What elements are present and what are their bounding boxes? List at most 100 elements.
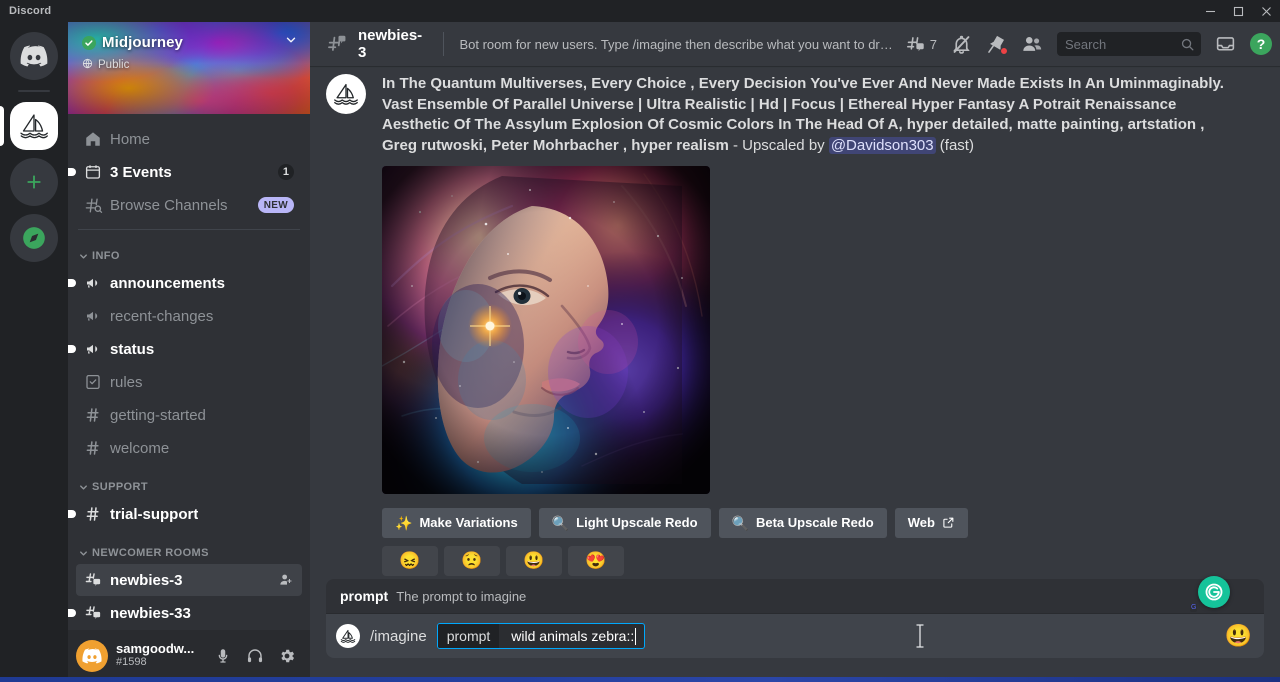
user-panel-buttons xyxy=(208,641,302,671)
category-info[interactable]: INFO xyxy=(68,234,310,266)
pin-notification-dot xyxy=(1000,47,1008,55)
guild-privacy: Public xyxy=(82,58,298,72)
minimize-icon[interactable] xyxy=(1196,0,1224,22)
message-input[interactable]: /imagine prompt wild animals zebra:: 😃 xyxy=(326,614,1264,658)
channel-name: rules xyxy=(110,374,143,391)
gear-icon[interactable] xyxy=(272,641,302,671)
command-option-field[interactable]: prompt wild animals zebra:: xyxy=(437,623,646,649)
generated-image[interactable] xyxy=(382,166,710,494)
threads-count: 7 xyxy=(930,37,937,52)
button-label: Web xyxy=(908,515,935,530)
user-mention[interactable]: @Davidson303 xyxy=(829,137,936,154)
option-description: The prompt to imagine xyxy=(396,589,526,604)
microphone-icon[interactable] xyxy=(208,641,238,671)
sidebar-item-events[interactable]: 3 Events 1 xyxy=(76,156,302,188)
os-taskbar xyxy=(0,677,1280,682)
message-list: In The Quantum Multiverses, Every Choice… xyxy=(310,66,1280,579)
sparkles-icon: ✨ xyxy=(395,516,412,530)
compass-icon xyxy=(10,214,58,262)
category-label: INFO xyxy=(92,250,120,262)
option-value-text: wild animals zebra:: xyxy=(499,624,644,648)
category-support[interactable]: SUPPORT xyxy=(68,465,310,497)
channel-recent-changes[interactable]: recent-changes xyxy=(76,300,302,332)
message-body: In The Quantum Multiverses, Every Choice… xyxy=(382,74,1232,576)
channel-trial-support[interactable]: trial-support xyxy=(76,498,302,530)
channel-status[interactable]: status xyxy=(76,333,302,365)
sidebar-item-home[interactable]: Home xyxy=(76,123,302,155)
inbox-icon[interactable] xyxy=(1215,34,1236,55)
bell-muted-icon[interactable] xyxy=(951,34,972,55)
command-option-hint: prompt The prompt to imagine xyxy=(326,579,1264,614)
web-button[interactable]: Web xyxy=(895,508,968,538)
sailboat-icon xyxy=(10,102,58,150)
search-field[interactable] xyxy=(1065,37,1180,52)
events-badge: 1 xyxy=(278,164,294,180)
maximize-icon[interactable] xyxy=(1224,0,1252,22)
heart-eyes-reaction[interactable]: 😍 xyxy=(568,546,624,576)
avatar[interactable] xyxy=(76,640,108,672)
threads-icon[interactable]: 7 xyxy=(905,34,937,55)
user-identity[interactable]: samgoodw... #1598 xyxy=(116,642,194,670)
channel-name: announcements xyxy=(110,275,225,292)
pin-icon[interactable] xyxy=(986,34,1007,55)
option-value: wild animals zebra:: xyxy=(511,628,634,644)
frowning-face-reaction[interactable]: 😟 xyxy=(444,546,500,576)
magnifier-icon: 🔍 xyxy=(552,516,569,530)
chevron-down-icon xyxy=(78,548,89,559)
members-icon[interactable] xyxy=(1021,33,1043,55)
channel-newbies-33[interactable]: newbies-33 xyxy=(76,597,302,629)
sidebar-item-label: 3 Events xyxy=(110,164,172,181)
text-caret xyxy=(635,628,636,645)
search-input[interactable] xyxy=(1057,32,1201,56)
channel-getting-started[interactable]: getting-started xyxy=(76,399,302,431)
channel-newbies-3[interactable]: newbies-3 xyxy=(76,564,302,596)
rail-item-midjourney-server[interactable] xyxy=(10,102,58,150)
add-member-icon[interactable] xyxy=(278,572,294,588)
unread-indicator xyxy=(68,609,76,617)
user-discriminator: #1598 xyxy=(116,656,194,670)
channel-topic[interactable]: Bot room for new users. Type /imagine th… xyxy=(459,37,896,52)
grinning-face-reaction[interactable]: 😃 xyxy=(506,546,562,576)
rail-item-discord-home[interactable] xyxy=(10,32,58,80)
guild-header-banner[interactable]: Midjourney Public xyxy=(68,22,310,114)
emoji-picker-button[interactable]: 😃 xyxy=(1225,625,1252,647)
unread-indicator xyxy=(68,510,76,518)
channel-welcome[interactable]: welcome xyxy=(76,432,302,464)
unread-indicator xyxy=(68,279,76,287)
headphones-icon[interactable] xyxy=(240,641,270,671)
category-newcomer-rooms[interactable]: NEWCOMER ROOMS xyxy=(68,531,310,563)
bot-avatar xyxy=(336,624,360,648)
chevron-down-icon xyxy=(78,251,89,262)
channel-rules[interactable]: rules xyxy=(76,366,302,398)
channel-name: welcome xyxy=(110,440,169,457)
header-actions: 7 xyxy=(905,32,1272,56)
globe-icon xyxy=(82,58,93,72)
rail-item-explore-servers[interactable] xyxy=(10,214,58,262)
beta-upscale-redo-button[interactable]: 🔍 Beta Upscale Redo xyxy=(719,508,887,538)
help-icon[interactable]: ? xyxy=(1250,33,1272,55)
channel-name: trial-support xyxy=(110,506,198,523)
option-key-chip: prompt xyxy=(438,624,500,648)
message-item: In The Quantum Multiverses, Every Choice… xyxy=(310,72,1280,576)
active-server-pill xyxy=(0,106,4,146)
channel-announcements[interactable]: announcements xyxy=(76,267,302,299)
avatar[interactable] xyxy=(326,74,366,114)
option-name: prompt xyxy=(340,588,388,604)
close-icon[interactable] xyxy=(1252,0,1280,22)
channel-list: Home 3 Events 1 Browse xyxy=(68,114,310,630)
channel-name: getting-started xyxy=(110,407,206,424)
confounded-face-reaction[interactable]: 😖 xyxy=(382,546,438,576)
hash-icon xyxy=(84,439,104,457)
app-body: Midjourney Public xyxy=(0,22,1280,682)
sidebar-item-browse-channels[interactable]: Browse Channels NEW xyxy=(76,189,302,221)
announcement-icon xyxy=(84,340,104,358)
composer-area: prompt The prompt to imagine /imagine pr… xyxy=(310,579,1280,682)
reaction-row: 😖 😟 😃 😍 xyxy=(382,546,1232,576)
light-upscale-redo-button[interactable]: 🔍 Light Upscale Redo xyxy=(539,508,711,538)
announcement-icon xyxy=(84,274,104,292)
channel-name: newbies-33 xyxy=(110,605,191,622)
grammarly-icon[interactable]: G xyxy=(1198,576,1230,608)
sidebar-item-label: Browse Channels xyxy=(110,197,228,214)
rail-item-add-server[interactable] xyxy=(10,158,58,206)
make-variations-button[interactable]: ✨ Make Variations xyxy=(382,508,531,538)
